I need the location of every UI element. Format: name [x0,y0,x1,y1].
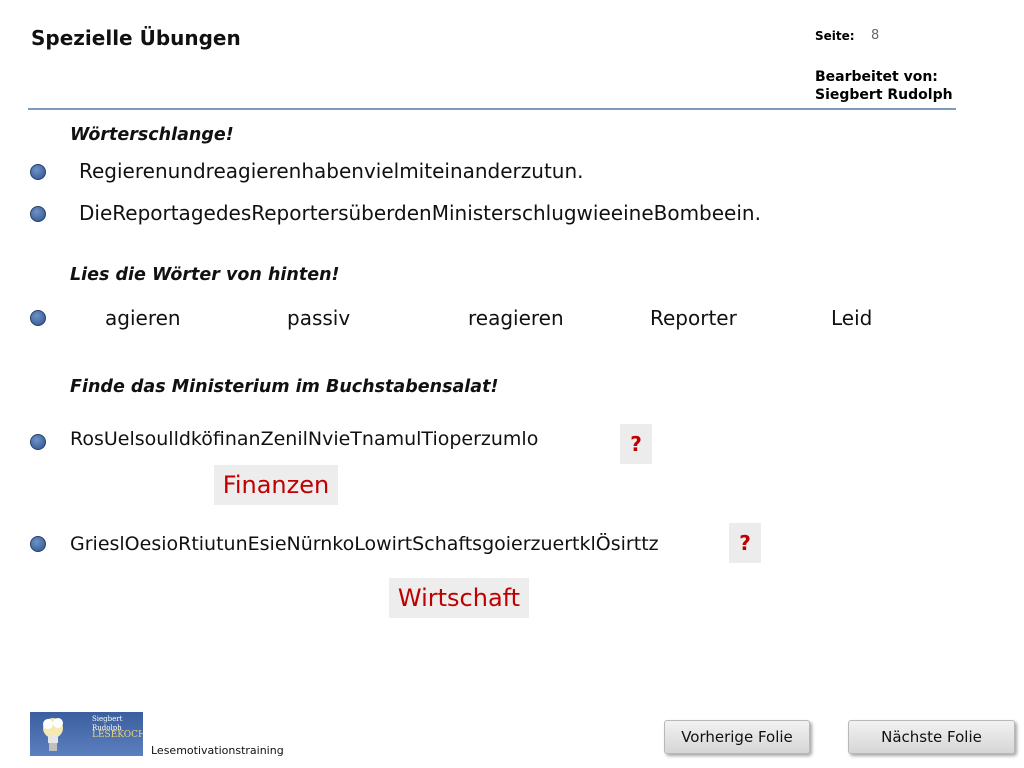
page-number: 8 [871,28,880,43]
lightbulb-icon [43,718,63,751]
word-snake-line: DieReportagedesReportersüberdenMinisters… [79,201,761,225]
author-name: Siegbert Rudolph [815,87,953,103]
logo-brand-text: LESEKOCH [92,730,143,740]
section-heading-read-backwards: Lies die Wörter von hinten! [70,265,340,285]
previous-slide-button[interactable]: Vorherige Folie [664,720,810,754]
backwards-word: agieren [105,306,181,330]
letter-salad-line: RosUelsoulldköfinanZenilNvieTnamulTioper… [70,428,539,450]
word-snake-line: Regierenundreagierenhabenvielmiteinander… [79,159,584,183]
backwards-word: reagieren [468,306,564,330]
bullet-icon [30,434,46,450]
bullet-icon [30,164,46,180]
edited-by-label: Bearbeitet von: [815,69,938,85]
reveal-question-button[interactable]: ? [620,424,652,464]
reveal-question-button[interactable]: ? [729,523,761,563]
page-label: Seite: [815,29,855,43]
lesekoch-logo: Siegbert Rudolph LESEKOCH [30,712,143,756]
answer-box: Finanzen [214,465,338,505]
backwards-word: passiv [287,306,351,330]
bullet-icon [30,206,46,222]
backwards-word: Reporter [650,306,737,330]
backwards-word: Leid [831,306,873,330]
bullet-icon [30,310,46,326]
section-heading-letter-salad: Finde das Ministerium im Buchstabensalat… [70,377,499,397]
header-divider [28,108,956,110]
page-title: Spezielle Übungen [31,26,241,50]
footer-caption: Lesemotivationstraining [151,744,284,757]
bullet-icon [30,536,46,552]
section-heading-word-snake: Wörterschlange! [70,125,234,145]
next-slide-button[interactable]: Nächste Folie [848,720,1015,754]
answer-box: Wirtschaft [389,578,529,618]
letter-salad-line: GrieslOesioRtiutunEsieNürnkoLowirtSchaft… [70,533,659,555]
